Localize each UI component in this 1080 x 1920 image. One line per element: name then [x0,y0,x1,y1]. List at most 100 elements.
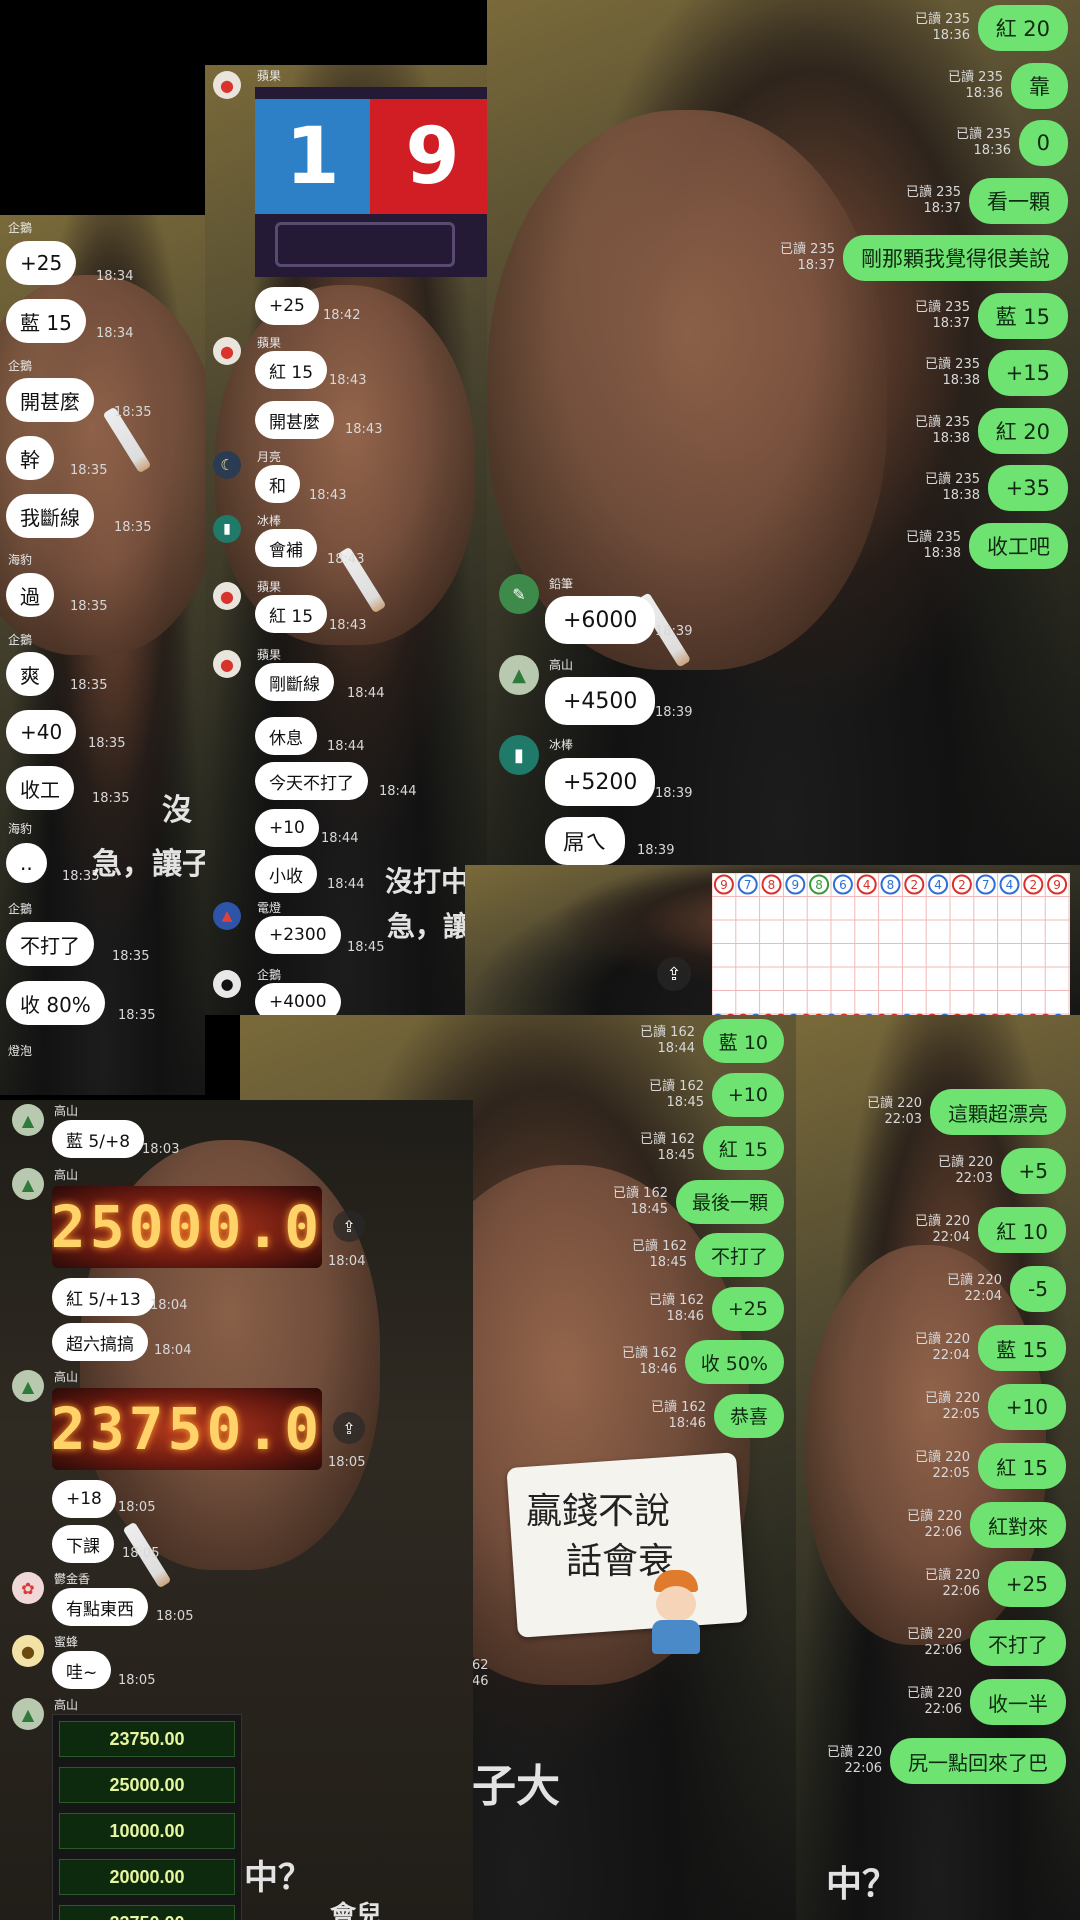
message-bubble[interactable]: 開甚麼 [6,378,94,422]
message-bubble[interactable]: 休息 [255,717,317,755]
message-bubble[interactable]: +40 [6,710,77,754]
message-bubble[interactable]: 我斷線 [6,494,94,538]
message-bubble[interactable]: 和 [255,465,300,503]
message-bubble[interactable]: 剛斷線 [255,663,334,701]
message-bubble[interactable]: +25 [711,1286,784,1331]
svg-text:8: 8 [815,878,823,892]
message-bubble[interactable]: 尻一點回來了巴 [890,1738,1066,1784]
message-time: 22:04 [964,1289,1002,1304]
mountain-avatar: ▲ [499,655,539,695]
message-bubble[interactable]: 恭喜 [713,1393,784,1438]
message-bubble[interactable]: -5 [1010,1266,1066,1312]
chat-panel-3: 紅 20 已讀 235 18:36 靠已讀 235 18:36 0 已讀 235 18:36 看… [487,0,1080,865]
message-bubble[interactable]: 會補 [255,529,317,567]
message-bubble[interactable]: 哇~ [52,1651,112,1689]
message-bubble[interactable]: 超六搞搞 [52,1323,148,1361]
message-bubble[interactable]: 藍 15 [978,1325,1066,1371]
message-bubble[interactable]: +5 [1000,1148,1066,1194]
message-bubble[interactable]: +2300 [255,916,341,954]
message-bubble[interactable]: 紅 15 [255,351,328,389]
svg-text:2: 2 [1029,878,1037,892]
share-button[interactable]: ⇪ [333,1412,365,1444]
message-time: 22:06 [924,1643,962,1658]
message-bubble[interactable]: 紅對來 [970,1502,1066,1548]
message-time: 22:04 [932,1230,970,1245]
message-bubble[interactable]: 這顆超漂亮 [930,1089,1066,1135]
share-button[interactable]: ⇪ [333,1210,365,1242]
message-bubble[interactable]: 不打了 [694,1233,784,1277]
message-bubble[interactable]: +18 [52,1480,116,1518]
message-bubble[interactable]: 藍 5/+8 [52,1120,145,1158]
sender-name: 高山 [54,1104,79,1118]
message-bubble[interactable]: 收一半 [970,1679,1066,1725]
message-bubble[interactable]: +15 [987,350,1068,396]
message-time: 18:39 [637,843,675,858]
message-bubble[interactable]: 收工 [6,766,74,810]
message-bubble[interactable]: 紅 20 [977,5,1068,51]
message-bubble[interactable]: 藍 15 [977,292,1068,339]
message-bubble[interactable]: 今天不打了 [255,762,368,800]
message-bubble[interactable]: 屌ㄟ [545,817,626,865]
sender-name: 鉛筆 [549,577,574,591]
message-bubble[interactable]: 紅 5/+13 [52,1278,155,1316]
message-bubble[interactable]: 過 [6,573,54,617]
message-time: 22:05 [932,1466,970,1481]
message-bubble[interactable]: 幹 [6,436,54,480]
message-bubble[interactable]: +25 [6,241,77,285]
message-time: 18:46 [639,1362,677,1377]
message-bubble[interactable]: +35 [987,465,1068,511]
message-bubble[interactable]: 紅 10 [978,1207,1066,1253]
sender-name: 蘋果 [257,336,282,350]
message-bubble[interactable]: .. [6,843,47,883]
message-bubble[interactable]: 有點東西 [52,1588,148,1626]
read-receipt: 已讀 162 [632,1239,687,1254]
message-bubble[interactable]: 紅 15 [978,1443,1066,1489]
message-bubble[interactable]: 不打了 [6,922,94,966]
mountain-avatar: ▲ [12,1370,44,1402]
subtitle-overlay: 急，讓子 [92,847,205,882]
message-bubble[interactable]: 紅 15 [702,1126,784,1170]
chat-panel-2: ● 蘋果 1 9 +25 18:42 ● 蘋果 紅 15 18:43 開甚麼 1… [205,65,487,1015]
message-time: 18:44 [321,831,359,846]
message-bubble[interactable]: 藍 15 [6,299,86,343]
roadmap-bead: 8 [880,874,901,895]
share-button[interactable]: ⇪ [657,957,691,991]
message-bubble[interactable]: 靠 [1011,62,1068,109]
sender-name: 蘋果 [257,69,282,83]
message-bubble[interactable]: 剛那顆我覺得很美說 [843,235,1068,281]
scoreboard-row: 25000.00 [59,1767,235,1803]
message-bubble[interactable]: 下課 [52,1525,114,1563]
message-bubble[interactable]: 收工吧 [969,522,1068,569]
message-bubble[interactable]: 紅 20 [977,407,1068,454]
message-bubble[interactable]: 看一顆 [969,177,1068,224]
message-bubble[interactable]: 收 50% [684,1340,784,1384]
message-bubble[interactable]: +4000 [255,983,341,1015]
message-time: 22:06 [942,1584,980,1599]
message-bubble[interactable]: +10 [255,809,319,847]
message-bubble[interactable]: 藍 10 [702,1019,784,1063]
message-bubble[interactable]: 不打了 [970,1620,1066,1666]
message-bubble[interactable]: 小收 [255,855,317,893]
message-bubble[interactable]: +6000 [545,596,656,644]
roadmap-image[interactable]: 9 7 8 9 8 6 4 8 2 4 2 7 4 2 9 [712,873,1070,1015]
message-bubble[interactable]: 爽 [6,652,54,696]
message-bubble[interactable]: +10 [987,1384,1066,1430]
read-receipt: 已讀 235 [915,299,970,315]
score-image[interactable]: 1 9 [255,87,487,277]
roadmap-bead: 2 [951,874,972,895]
message-bubble[interactable]: 開甚麼 [255,401,334,439]
counter-image[interactable]: 23750.0 [52,1388,322,1470]
message-bubble[interactable]: +4500 [545,677,656,725]
message-bubble[interactable]: 最後一顆 [675,1179,784,1224]
sticker[interactable]: 贏錢不說 話會衰 [506,1452,748,1655]
sender-name: 海豹 [8,822,33,836]
message-bubble[interactable]: 0 [1018,120,1068,166]
message-bubble[interactable]: +5200 [545,758,656,806]
counter-image[interactable]: 25000.0 [52,1186,322,1268]
message-bubble[interactable]: +25 [255,287,319,325]
message-bubble[interactable]: +25 [987,1561,1066,1607]
message-bubble[interactable]: 紅 15 [255,595,328,633]
message-bubble[interactable]: 收 80% [6,981,105,1025]
message-bubble[interactable]: +10 [711,1072,784,1117]
scoreboard-image[interactable]: 23750.00 25000.00 10000.00 20000.00 23750.00 [52,1714,242,1920]
